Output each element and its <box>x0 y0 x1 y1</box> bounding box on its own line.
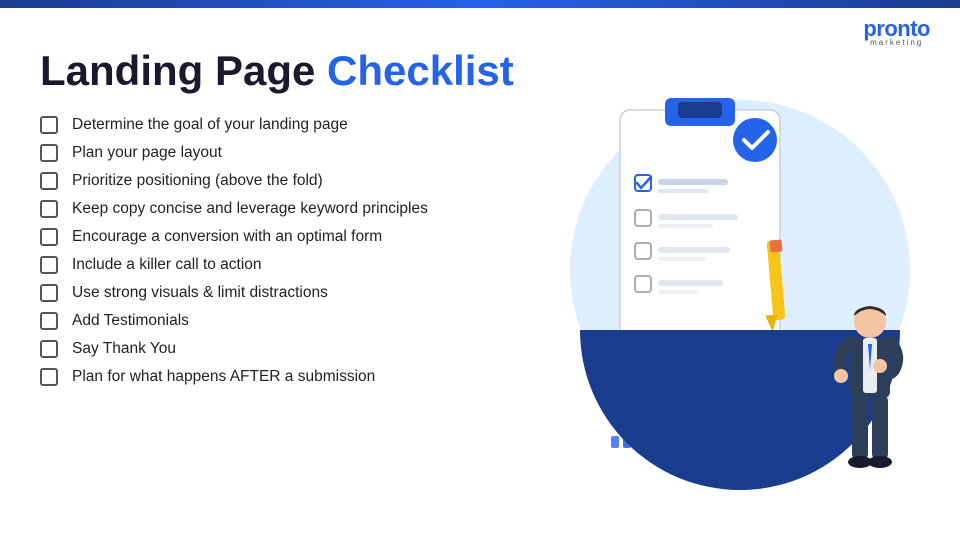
title-part2: Checklist <box>327 47 514 94</box>
checkbox[interactable] <box>40 200 58 218</box>
checklist-item-label: Keep copy concise and leverage keyword p… <box>72 200 428 218</box>
illustration: ⚙ <box>520 50 940 510</box>
checkbox[interactable] <box>40 116 58 134</box>
checklist-item-label: Plan for what happens AFTER a submission <box>72 368 375 386</box>
checklist-item-label: Use strong visuals & limit distractions <box>72 284 328 302</box>
checkbox[interactable] <box>40 228 58 246</box>
page-container: pronto marketing Landing Page Checklist … <box>0 0 960 540</box>
checklist-item-label: Say Thank You <box>72 340 176 358</box>
title-part1: Landing Page <box>40 47 327 94</box>
checkbox[interactable] <box>40 284 58 302</box>
checkbox[interactable] <box>40 312 58 330</box>
person-figure <box>830 300 920 500</box>
logo-area: pronto marketing <box>863 16 930 47</box>
checkbox[interactable] <box>40 340 58 358</box>
checklist-item-label: Determine the goal of your landing page <box>72 116 348 134</box>
checklist-item-label: Plan your page layout <box>72 144 222 162</box>
logo-wrapper: pronto marketing <box>863 16 930 47</box>
checklist-item-label: Add Testimonials <box>72 312 189 330</box>
checkbox[interactable] <box>40 144 58 162</box>
checklist-item-label: Prioritize positioning (above the fold) <box>72 172 323 190</box>
checkbox[interactable] <box>40 256 58 274</box>
logo-sub: marketing <box>870 38 923 47</box>
checkbox[interactable] <box>40 172 58 190</box>
checklist-item-label: Encourage a conversion with an optimal f… <box>72 228 382 246</box>
checkbox[interactable] <box>40 368 58 386</box>
checklist-item-label: Include a killer call to action <box>72 256 262 274</box>
